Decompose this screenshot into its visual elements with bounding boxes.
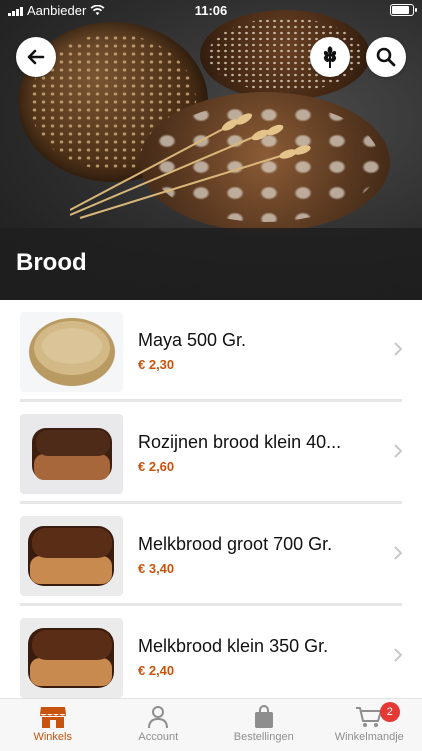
product-price: € 2,40 xyxy=(138,663,174,678)
page-title: Brood xyxy=(16,249,87,277)
product-row[interactable]: Rozijnen brood klein 40... € 2,60 xyxy=(0,402,422,504)
product-image xyxy=(20,312,123,392)
tab-label: Bestellingen xyxy=(234,731,294,743)
search-button[interactable] xyxy=(366,37,406,77)
arrow-left-icon xyxy=(27,48,45,66)
tab-account[interactable]: Account xyxy=(106,699,212,751)
hero-banner: Brood xyxy=(0,0,422,300)
product-row[interactable]: Melkbrood klein 350 Gr. € 2,40 xyxy=(0,606,422,698)
grain-filter-button[interactable] xyxy=(310,37,350,77)
product-name: Maya 500 Gr. xyxy=(138,330,368,351)
product-price: € 2,60 xyxy=(138,459,174,474)
product-image xyxy=(20,516,123,596)
product-image xyxy=(20,618,123,698)
product-price: € 2,30 xyxy=(138,357,174,372)
chevron-right-icon xyxy=(394,342,402,356)
tab-bestellingen[interactable]: Bestellingen xyxy=(211,699,317,751)
tab-label: Account xyxy=(138,731,178,743)
person-icon xyxy=(146,705,170,729)
bag-icon xyxy=(253,705,275,729)
product-row[interactable]: Melkbrood groot 700 Gr. € 3,40 xyxy=(0,504,422,606)
clock: 11:06 xyxy=(0,3,422,18)
cart-count-badge: 2 xyxy=(380,702,400,722)
store-icon xyxy=(39,705,67,729)
wheat-decoration xyxy=(70,110,330,220)
chevron-right-icon xyxy=(394,648,402,662)
tab-winkels[interactable]: Winkels xyxy=(0,699,106,751)
product-row[interactable]: Maya 500 Gr. € 2,30 xyxy=(0,300,422,402)
tab-winkelmandje[interactable]: 2 Winkelmandje xyxy=(317,699,422,751)
tab-bar: Winkels Account Bestellingen 2 Winkelman… xyxy=(0,698,422,751)
battery-icon xyxy=(390,4,414,16)
status-bar: Aanbieder 11:06 xyxy=(0,0,422,20)
tab-label: Winkels xyxy=(33,731,72,743)
product-name: Melkbrood klein 350 Gr. xyxy=(138,636,368,657)
product-image xyxy=(20,414,123,494)
product-list: Maya 500 Gr. € 2,30 Rozijnen brood klein… xyxy=(0,300,422,698)
product-name: Melkbrood groot 700 Gr. xyxy=(138,534,368,555)
tab-label: Winkelmandje xyxy=(335,731,404,743)
cart-icon xyxy=(355,705,383,729)
product-price: € 3,40 xyxy=(138,561,174,576)
wheat-icon xyxy=(320,45,340,69)
chevron-right-icon xyxy=(394,444,402,458)
back-button[interactable] xyxy=(16,37,56,77)
search-icon xyxy=(376,47,396,67)
chevron-right-icon xyxy=(394,546,402,560)
product-name: Rozijnen brood klein 40... xyxy=(138,432,368,453)
